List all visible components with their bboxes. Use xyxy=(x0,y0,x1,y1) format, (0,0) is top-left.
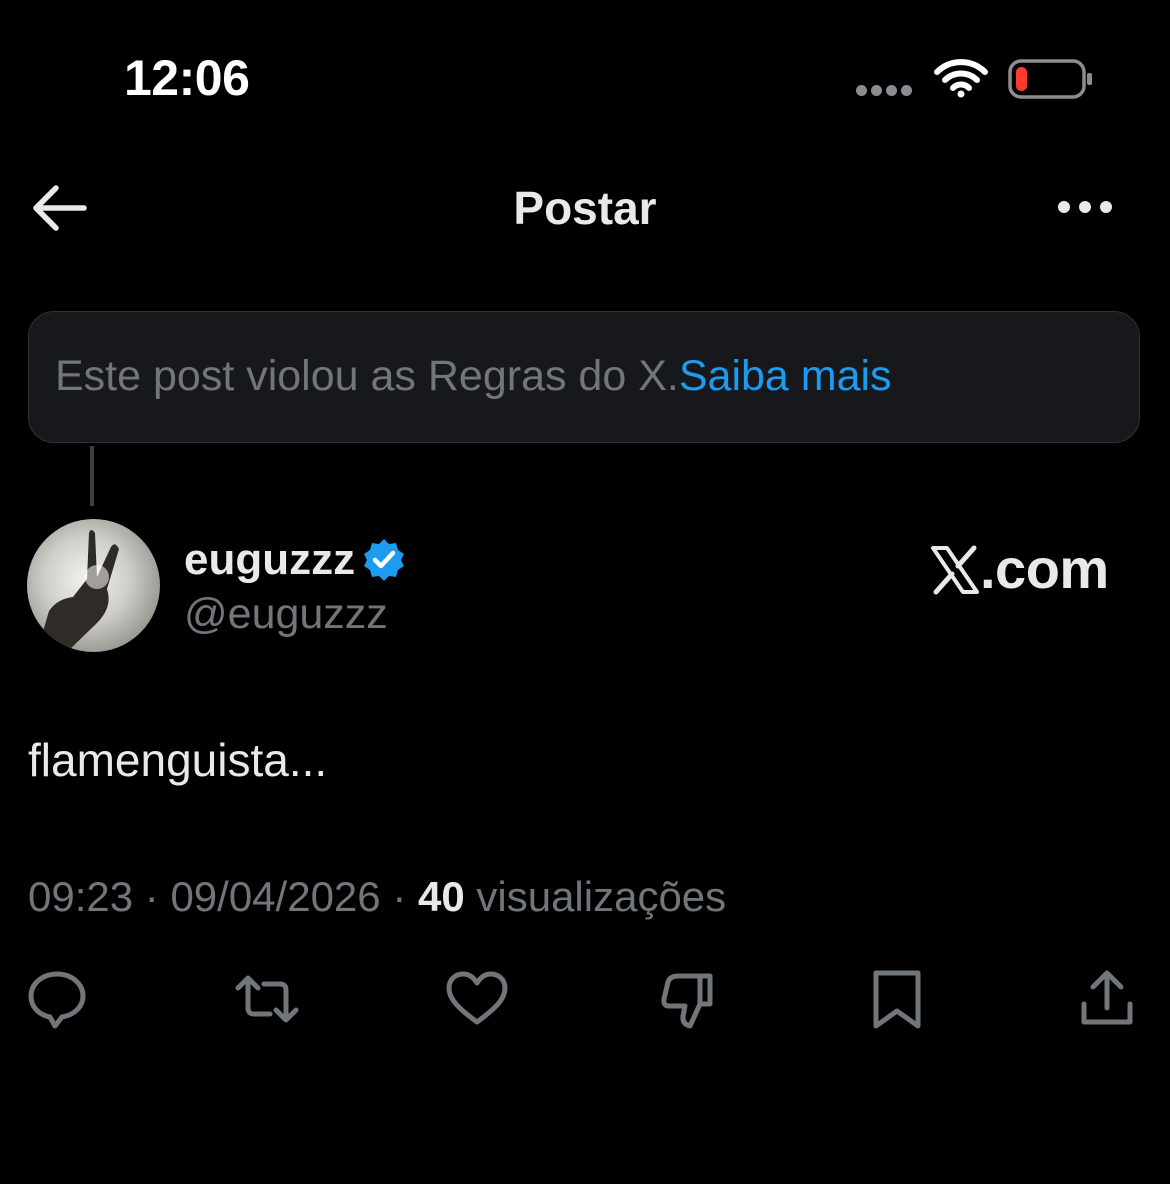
watermark-text: .com xyxy=(980,537,1109,600)
thread-connector-line xyxy=(90,446,94,506)
violation-notice: Este post violou as Regras do X.Saiba ma… xyxy=(28,311,1140,443)
post-date[interactable]: 09/04/2026 xyxy=(170,873,380,920)
views-count: 40 xyxy=(417,873,465,920)
repost-icon[interactable] xyxy=(234,966,300,1032)
signal-dots-icon xyxy=(856,84,914,96)
post-text: flamenguista... xyxy=(28,734,328,786)
views-label: visualizações xyxy=(476,873,727,920)
page-title: Postar xyxy=(513,182,657,234)
share-icon[interactable] xyxy=(1074,966,1140,1032)
notice-text-line: Este post violou as Regras do X.Saiba ma… xyxy=(55,346,892,406)
heart-icon[interactable] xyxy=(444,966,510,1032)
verified-badge-icon xyxy=(360,536,408,584)
author-name[interactable]: euguzzz xyxy=(184,530,355,590)
notice-text: Este post violou as Regras do X. xyxy=(55,352,679,400)
arrow-left-icon[interactable] xyxy=(32,182,88,234)
thumbs-down-icon[interactable] xyxy=(656,966,722,1032)
learn-more-link[interactable]: Saiba mais xyxy=(679,352,892,400)
post-meta: 09:23 · 09/04/2026 · 40 visualizações xyxy=(28,873,727,920)
more-horizontal-icon[interactable] xyxy=(1054,196,1116,218)
bookmark-icon[interactable] xyxy=(864,966,930,1032)
author-handle[interactable]: @euguzzz xyxy=(184,586,388,642)
status-time: 12:06 xyxy=(124,50,250,106)
battery-low-icon xyxy=(1008,58,1094,100)
post-time[interactable]: 09:23 xyxy=(28,873,133,920)
x-com-watermark: .com xyxy=(930,536,1109,602)
avatar[interactable] xyxy=(27,519,160,652)
reply-icon[interactable] xyxy=(24,966,90,1032)
x-logo-icon xyxy=(931,545,979,595)
wifi-icon xyxy=(934,58,988,98)
